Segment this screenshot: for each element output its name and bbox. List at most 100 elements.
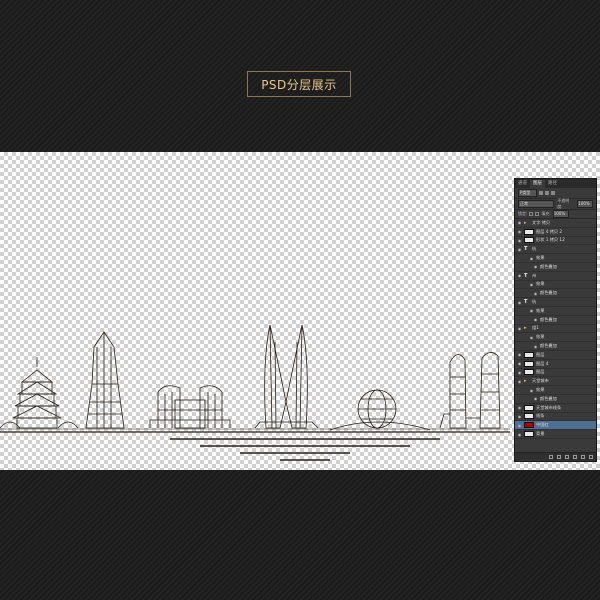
layer-thumbnail [524, 360, 534, 367]
visibility-eye-icon[interactable]: ◉ [517, 432, 522, 437]
adjust-filter-icon[interactable] [545, 191, 549, 195]
text-layer-icon: T [524, 246, 528, 253]
folder-icon: ▸ [524, 378, 527, 385]
opacity-input[interactable]: 100% [577, 200, 593, 208]
folder-icon[interactable] [573, 455, 577, 459]
trash-icon[interactable] [589, 455, 593, 459]
visibility-eye-icon[interactable]: ◉ [533, 291, 538, 296]
lock-icon[interactable] [529, 212, 534, 216]
layer-row[interactable]: ◉ ▸ 组1 [515, 325, 596, 334]
layer-row[interactable]: ◉ 背景 [515, 430, 596, 439]
layer-thumbnail [524, 413, 534, 420]
layer-label: 背景 [536, 431, 545, 437]
visibility-eye-icon[interactable]: ◉ [533, 344, 538, 349]
kind-filter-select[interactable]: P类型 [518, 189, 537, 197]
layer-row[interactable]: ◉ 效果 [515, 386, 596, 395]
layer-label: 图层 4 [536, 360, 549, 366]
layer-thumbnail [524, 351, 534, 358]
layer-row[interactable]: ◉ 图层 4 拷贝 2 [515, 228, 596, 237]
layer-thumbnail [524, 369, 534, 376]
layer-label: 颜色叠加 [540, 263, 557, 269]
visibility-eye-icon[interactable]: ◉ [517, 247, 522, 252]
layer-row[interactable]: ◉ ▸ 天堂城市 [515, 377, 596, 387]
layer-row[interactable]: ◉ 图层 [515, 369, 596, 378]
link-icon[interactable] [549, 455, 553, 459]
visibility-eye-icon[interactable]: ◉ [533, 317, 538, 322]
visibility-eye-icon[interactable]: ◉ [517, 220, 522, 225]
visibility-eye-icon[interactable]: ◉ [529, 256, 534, 261]
layer-row[interactable]: ◉ T 州 [515, 272, 596, 281]
layer-row[interactable]: ◉ T 杭 [515, 298, 596, 307]
layers-list: ◉ ▸ 文字 拷贝 ◉ 图层 4 拷贝 2 ◉ 形状 1 拷贝 12 ◉ T 杭 ◉ 效果 ◉ 颜色叠加 ◉… [515, 219, 596, 439]
text-filter-icon[interactable] [551, 191, 555, 195]
layer-label: 图层 4 拷贝 2 [536, 228, 563, 234]
folder-icon: ▸ [524, 219, 527, 226]
visibility-eye-icon[interactable]: ◉ [529, 335, 534, 340]
layer-row[interactable]: ◉ 图层 4 [515, 360, 596, 369]
layer-row[interactable]: ◉ 颜色叠加 [515, 289, 596, 299]
layer-row[interactable]: ◉ 效果 [515, 281, 596, 290]
layer-row[interactable]: ◉ 效果 [515, 307, 596, 316]
fill-input[interactable]: 100% [552, 210, 569, 218]
layer-row[interactable]: ◉ 颜色叠加 [515, 316, 596, 325]
visibility-eye-icon[interactable]: ◉ [517, 238, 522, 243]
blend-row: 正常 不透明度: 100% [515, 198, 596, 210]
layer-row[interactable]: ◉ 颜色叠加 [515, 342, 596, 351]
layer-label: 颜色叠加 [540, 343, 557, 349]
visibility-eye-icon[interactable]: ◉ [517, 273, 522, 278]
tab-channels[interactable]: 通道 [515, 180, 530, 188]
layer-row[interactable]: ◉ ▸ 文字 拷贝 [515, 219, 596, 228]
layer-label: 效果 [536, 281, 545, 287]
visibility-eye-icon[interactable]: ◉ [517, 300, 522, 305]
visibility-eye-icon[interactable]: ◉ [517, 423, 522, 428]
layers-panel[interactable]: 通道 图层 路径 P类型 正常 不透明度: 100% 锁定: 填充: 100% … [514, 178, 597, 462]
pixel-filter-icon[interactable] [539, 191, 543, 195]
visibility-eye-icon[interactable]: ◉ [517, 229, 522, 234]
layer-label: 文字 拷贝 [532, 219, 551, 225]
layer-row[interactable]: ◉ 效果 [515, 254, 596, 263]
visibility-eye-icon[interactable]: ◉ [517, 326, 522, 331]
fx-icon[interactable] [557, 455, 561, 459]
visibility-eye-icon[interactable]: ◉ [529, 388, 534, 393]
visibility-eye-icon[interactable]: ◉ [529, 282, 534, 287]
visibility-eye-icon[interactable]: ◉ [517, 370, 522, 375]
layer-label: 效果 [536, 387, 545, 393]
visibility-eye-icon[interactable]: ◉ [533, 264, 538, 269]
layer-label: 形状 1 拷贝 12 [536, 237, 565, 243]
layer-label: 颜色叠加 [540, 316, 557, 322]
text-layer-icon: T [524, 299, 528, 306]
layer-row[interactable]: ◉ 形状 1 拷贝 12 [515, 237, 596, 246]
section-title-box: PSD分层展示 [247, 71, 351, 97]
mask-icon[interactable] [565, 455, 569, 459]
visibility-eye-icon[interactable]: ◉ [517, 352, 522, 357]
layer-label: 效果 [536, 334, 545, 340]
tab-paths[interactable]: 路径 [545, 180, 560, 188]
layer-row[interactable]: ◉ 颜色叠加 [515, 263, 596, 272]
layer-row[interactable]: ◉ 颜色叠加 [515, 395, 596, 404]
visibility-eye-icon[interactable]: ◉ [517, 414, 522, 419]
visibility-eye-icon[interactable]: ◉ [533, 396, 538, 401]
layer-row[interactable]: ◉ 图层 [515, 351, 596, 360]
layer-row[interactable]: ◉ 效果 [515, 333, 596, 343]
layer-label: 天堂城市线条 [536, 404, 562, 410]
visibility-eye-icon[interactable]: ◉ [529, 308, 534, 313]
layer-row[interactable]: ◉ 线条 [515, 413, 596, 422]
visibility-eye-icon[interactable]: ◉ [517, 405, 522, 410]
layer-row[interactable]: ◉ 中国红 [515, 421, 596, 431]
panel-tabs: 通道 图层 路径 [515, 179, 596, 188]
layer-label: 中国红 [536, 422, 549, 428]
lock-label: 锁定: [518, 211, 528, 216]
lock-row: 锁定: 填充: 100% [515, 210, 596, 219]
layer-label: 杭 [532, 246, 537, 252]
lock-position-icon[interactable] [535, 212, 540, 216]
layer-thumbnail [524, 237, 534, 244]
tab-layers[interactable]: 图层 [530, 180, 545, 188]
layer-row[interactable]: ◉ 天堂城市线条 [515, 404, 596, 413]
visibility-eye-icon[interactable]: ◉ [517, 361, 522, 366]
visibility-eye-icon[interactable]: ◉ [517, 379, 522, 384]
blend-mode-select[interactable]: 正常 [518, 200, 555, 208]
layer-row[interactable]: ◉ T 杭 [515, 245, 596, 255]
new-layer-icon[interactable] [581, 455, 585, 459]
fill-label: 填充: [541, 211, 551, 216]
layer-label: 杭 [532, 299, 537, 305]
